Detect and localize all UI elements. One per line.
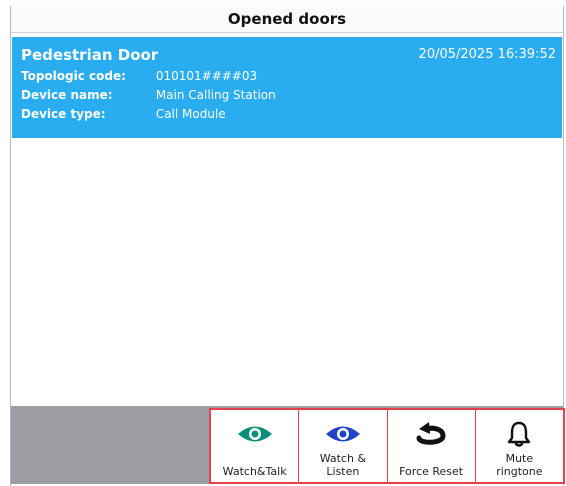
door-timestamp: 20/05/2025 16:39:52 <box>418 47 556 62</box>
device-type-row: Device type: Call Module <box>21 107 226 121</box>
device-type-value: Call Module <box>155 107 226 121</box>
force-reset-label: Force Reset <box>399 465 464 478</box>
reset-arrow-icon <box>388 422 475 446</box>
app-window: Opened doors Pedestrian Door 20/05/2025 … <box>10 6 565 486</box>
watch-and-talk-label: Watch&Talk <box>222 465 287 478</box>
action-button-group: Watch&Talk Watch & Listen Force Reset Mu… <box>209 408 565 484</box>
topologic-code-row: Topologic code: 010101####03 <box>21 69 257 83</box>
force-reset-button[interactable]: Force Reset <box>387 410 476 482</box>
action-bar: Watch&Talk Watch & Listen Force Reset Mu… <box>11 406 565 484</box>
eye-icon <box>211 422 298 446</box>
device-name-label: Device name: <box>21 88 113 102</box>
page-title: Opened doors <box>11 6 563 33</box>
device-name-value: Main Calling Station <box>155 88 276 102</box>
door-name: Pedestrian Door <box>21 46 159 64</box>
watch-and-listen-label: Watch & Listen <box>319 452 367 478</box>
mute-ringtone-label: Mute ringtone <box>496 452 543 478</box>
device-type-label: Device type: <box>21 107 106 121</box>
mute-ringtone-button[interactable]: Mute ringtone <box>475 410 563 482</box>
watch-and-listen-button[interactable]: Watch & Listen <box>299 410 388 482</box>
eye-icon <box>299 422 386 446</box>
watch-and-talk-button[interactable]: Watch&Talk <box>211 410 300 482</box>
device-name-row: Device name: Main Calling Station <box>21 88 276 102</box>
opened-door-item[interactable]: Pedestrian Door 20/05/2025 16:39:52 Topo… <box>12 37 562 138</box>
topologic-code-label: Topologic code: <box>21 69 126 83</box>
topologic-code-value: 010101####03 <box>155 69 258 83</box>
bell-icon <box>476 421 563 447</box>
